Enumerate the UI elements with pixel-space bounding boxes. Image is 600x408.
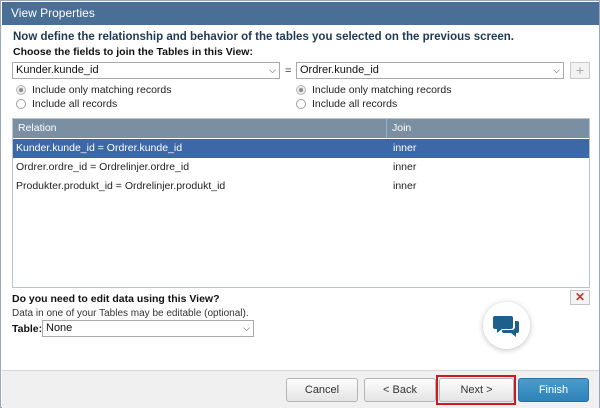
table-label: Table: — [12, 323, 43, 335]
intro-heading: Now define the relationship and behavior… — [13, 31, 514, 43]
chat-button[interactable] — [483, 302, 530, 349]
editable-table-value: None — [46, 322, 73, 334]
right-join-field-value: Ordrer.kunde_id — [300, 64, 379, 76]
chat-bubbles-icon — [493, 316, 519, 337]
chevron-down-icon: ⌵ — [553, 65, 560, 75]
chevron-down-icon: ⌵ — [243, 323, 250, 333]
cancel-button[interactable]: Cancel — [286, 378, 358, 402]
join-cell: inner — [393, 161, 417, 173]
next-button-highlight — [436, 375, 516, 405]
relation-cell: Ordrer.ordre_id = Ordrelinjer.ordre_id — [16, 161, 190, 173]
left-join-field-value: Kunder.kunde_id — [16, 64, 99, 76]
join-cell: inner — [393, 142, 417, 154]
right-join-field-select[interactable]: Ordrer.kunde_id ⌵ — [296, 62, 564, 79]
relations-grid: Relation Join Kunder.kunde_id = Ordrer.k… — [12, 118, 590, 288]
chevron-down-icon: ⌵ — [269, 65, 276, 75]
edit-note: Data in one of your Tables may be editab… — [12, 308, 249, 319]
column-header-join[interactable]: Join — [387, 119, 589, 138]
radio-checked[interactable] — [16, 85, 26, 95]
join-fields-heading: Choose the fields to join the Tables in … — [13, 46, 253, 58]
edit-question: Do you need to edit data using this View… — [12, 293, 220, 305]
column-header-relation[interactable]: Relation — [13, 119, 387, 138]
relation-cell: Kunder.kunde_id = Ordrer.kunde_id — [16, 142, 183, 154]
relation-cell: Produkter.produkt_id = Ordrelinjer.produ… — [16, 180, 226, 192]
join-cell: inner — [393, 180, 417, 192]
radio-unchecked[interactable] — [16, 99, 26, 109]
editable-table-select[interactable]: None ⌵ — [42, 320, 254, 337]
radio-unchecked[interactable] — [296, 99, 306, 109]
radio-checked[interactable] — [296, 85, 306, 95]
add-join-button[interactable]: + — [570, 62, 590, 79]
back-button[interactable]: < Back — [364, 378, 436, 402]
grid-header: Relation Join — [13, 119, 589, 138]
left-join-field-select[interactable]: Kunder.kunde_id ⌵ — [12, 62, 280, 79]
table-row[interactable]: Ordrer.ordre_id = Ordrelinjer.ordre_id i… — [13, 158, 589, 177]
join-operator: = — [285, 65, 292, 77]
view-properties-dialog: View Properties Now define the relations… — [0, 0, 600, 408]
finish-button[interactable]: Finish — [518, 378, 589, 402]
dialog-title: View Properties — [2, 2, 599, 25]
remove-button[interactable]: ✕ — [570, 290, 590, 305]
table-row[interactable]: Produkter.produkt_id = Ordrelinjer.produ… — [13, 177, 589, 196]
table-row[interactable]: Kunder.kunde_id = Ordrer.kunde_id inner — [13, 139, 589, 158]
